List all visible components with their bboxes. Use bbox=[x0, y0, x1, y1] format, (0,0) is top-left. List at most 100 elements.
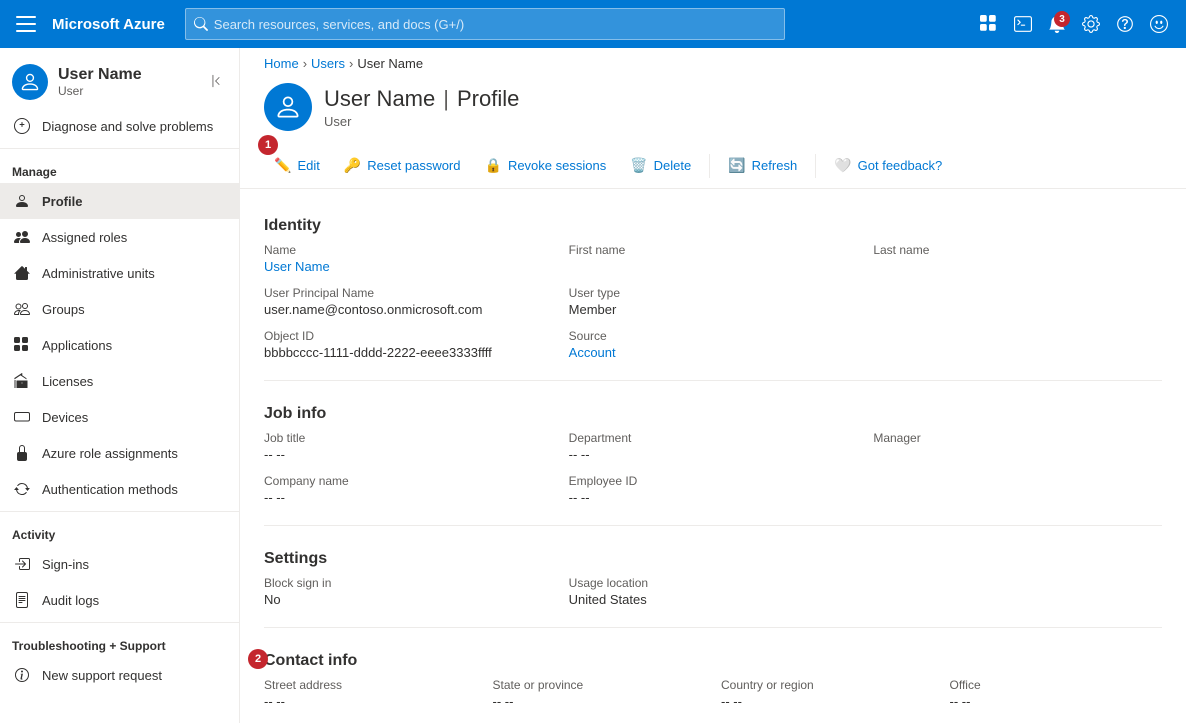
sidebar-item-auth-methods[interactable]: Authentication methods bbox=[0, 471, 239, 507]
field-first-name: First name bbox=[569, 243, 858, 274]
support-label: New support request bbox=[42, 668, 162, 683]
refresh-icon: 🔄 bbox=[728, 157, 745, 174]
upn-value: user.name@contoso.onmicrosoft.com bbox=[264, 302, 553, 317]
sidebar-item-audit-logs[interactable]: Audit logs bbox=[0, 582, 239, 618]
sidebar-collapse-button[interactable] bbox=[205, 70, 227, 95]
usage-location-value: United States bbox=[569, 592, 858, 607]
state-value: -- -- bbox=[493, 694, 706, 709]
edit-icon: ✏️ bbox=[274, 157, 291, 174]
settings-button[interactable] bbox=[1076, 9, 1106, 39]
upn-label: User Principal Name bbox=[264, 286, 553, 300]
field-manager: Manager bbox=[873, 431, 1162, 462]
revoke-sessions-label: Revoke sessions bbox=[508, 158, 606, 173]
page-title-sep: | bbox=[443, 86, 449, 112]
search-bar[interactable] bbox=[185, 8, 785, 40]
auth-methods-icon bbox=[12, 479, 32, 499]
settings-section-title: Settings bbox=[264, 538, 1162, 576]
sidebar-item-support[interactable]: New support request bbox=[0, 657, 239, 693]
reset-password-label: Reset password bbox=[367, 158, 460, 173]
name-value: User Name bbox=[264, 259, 553, 274]
revoke-icon: 🔒 bbox=[485, 157, 502, 174]
search-icon bbox=[194, 17, 208, 31]
page-avatar bbox=[264, 83, 312, 131]
toolbar-separator bbox=[709, 154, 710, 178]
feedback-icon: 🤍 bbox=[834, 157, 851, 174]
sidebar-item-profile[interactable]: Profile bbox=[0, 183, 239, 219]
sidebar-item-diagnose[interactable]: Diagnose and solve problems bbox=[0, 108, 239, 144]
azure-logo: Microsoft Azure bbox=[52, 16, 165, 33]
identity-fields: Name User Name First name Last name User… bbox=[264, 243, 1162, 376]
sidebar-item-devices[interactable]: Devices bbox=[0, 399, 239, 435]
notifications-button[interactable]: 3 bbox=[1042, 9, 1072, 39]
refresh-label: Refresh bbox=[752, 158, 798, 173]
field-country: Country or region -- -- bbox=[721, 678, 934, 709]
diagnose-label: Diagnose and solve problems bbox=[42, 119, 213, 134]
nav-icons: 3 bbox=[974, 9, 1174, 39]
manager-label: Manager bbox=[873, 431, 1162, 445]
company-name-value: -- -- bbox=[264, 490, 553, 505]
breadcrumb-sep-1: › bbox=[303, 56, 307, 71]
profile-label: Profile bbox=[42, 194, 82, 209]
feedback-button[interactable] bbox=[1144, 9, 1174, 39]
revoke-sessions-button[interactable]: 🔒 Revoke sessions bbox=[475, 151, 617, 180]
delete-button[interactable]: 🗑️ Delete bbox=[620, 151, 701, 180]
reset-password-button[interactable]: 🔑 Reset password bbox=[334, 151, 471, 180]
sidebar-item-applications[interactable]: Applications bbox=[0, 327, 239, 363]
hamburger-button[interactable] bbox=[12, 12, 40, 36]
field-name: Name User Name bbox=[264, 243, 553, 274]
main-content: Home › Users › User Name User Name | Pro… bbox=[240, 48, 1186, 723]
sidebar: User Name User Diagnose and solve proble… bbox=[0, 48, 240, 723]
admin-units-label: Administrative units bbox=[42, 266, 155, 281]
activity-section-label: Activity bbox=[0, 516, 239, 546]
street-label: Street address bbox=[264, 678, 477, 692]
feedback-button[interactable]: 🤍 Got feedback? bbox=[824, 151, 952, 180]
refresh-button[interactable]: 🔄 Refresh bbox=[718, 151, 807, 180]
page-header: User Name | Profile User bbox=[240, 79, 1186, 143]
breadcrumb-users[interactable]: Users bbox=[311, 56, 345, 71]
country-label: Country or region bbox=[721, 678, 934, 692]
source-value[interactable]: Account bbox=[569, 345, 858, 360]
breadcrumb: Home › Users › User Name bbox=[240, 48, 1186, 79]
sidebar-item-assigned-roles[interactable]: Assigned roles bbox=[0, 219, 239, 255]
help-button[interactable] bbox=[1110, 9, 1140, 39]
sidebar-item-admin-units[interactable]: Administrative units bbox=[0, 255, 239, 291]
notification-badge: 3 bbox=[1054, 11, 1070, 27]
audit-logs-icon bbox=[12, 590, 32, 610]
reset-password-icon: 🔑 bbox=[344, 157, 361, 174]
delete-label: Delete bbox=[654, 158, 692, 173]
sidebar-item-sign-ins[interactable]: Sign-ins bbox=[0, 546, 239, 582]
cloud-shell-button[interactable] bbox=[1008, 9, 1038, 39]
search-input[interactable] bbox=[214, 17, 776, 32]
identity-divider bbox=[264, 380, 1162, 381]
user-type-value: Member bbox=[569, 302, 858, 317]
assigned-roles-icon bbox=[12, 227, 32, 247]
field-department: Department -- -- bbox=[569, 431, 858, 462]
devices-icon bbox=[12, 407, 32, 427]
object-id-value: bbbbcccc-1111-dddd-2222-eeee3333ffff bbox=[264, 345, 553, 360]
sidebar-item-licenses[interactable]: Licenses bbox=[0, 363, 239, 399]
sign-ins-icon bbox=[12, 554, 32, 574]
breadcrumb-home[interactable]: Home bbox=[264, 56, 299, 71]
sidebar-item-groups[interactable]: Groups bbox=[0, 291, 239, 327]
job-title-label: Job title bbox=[264, 431, 553, 445]
name-label: Name bbox=[264, 243, 553, 257]
toolbar-separator-2 bbox=[815, 154, 816, 178]
licenses-label: Licenses bbox=[42, 374, 93, 389]
portal-button[interactable] bbox=[974, 9, 1004, 39]
manage-section-label: Manage bbox=[0, 153, 239, 183]
street-value: -- -- bbox=[264, 694, 477, 709]
edit-button[interactable]: ✏️ Edit bbox=[264, 151, 330, 180]
job-info-divider bbox=[264, 525, 1162, 526]
azure-roles-icon bbox=[12, 443, 32, 463]
job-title-value: -- -- bbox=[264, 447, 553, 462]
page-user-name: User Name bbox=[324, 86, 435, 112]
field-object-id: Object ID bbbbcccc-1111-dddd-2222-eeee33… bbox=[264, 329, 553, 360]
sidebar-divider-2 bbox=[0, 511, 239, 512]
page-title-subtitle: Profile bbox=[457, 86, 519, 112]
last-name-label: Last name bbox=[873, 243, 1162, 257]
field-office: Office -- -- bbox=[950, 678, 1163, 709]
company-name-label: Company name bbox=[264, 474, 553, 488]
assigned-roles-label: Assigned roles bbox=[42, 230, 127, 245]
settings-divider bbox=[264, 627, 1162, 628]
sidebar-item-azure-roles[interactable]: Azure role assignments bbox=[0, 435, 239, 471]
